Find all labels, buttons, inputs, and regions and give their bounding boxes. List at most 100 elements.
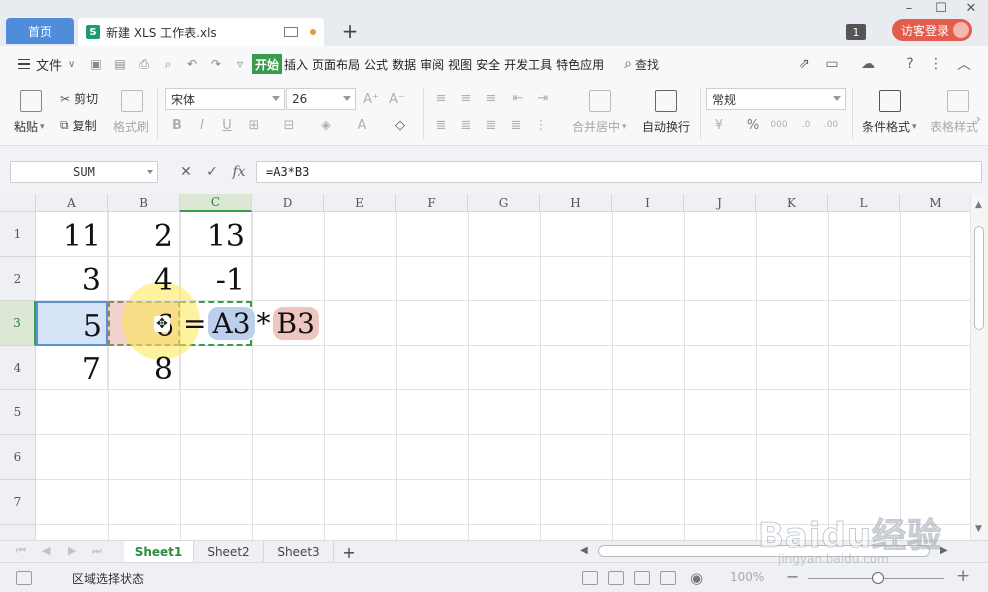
template-icon[interactable]: ▭ [822, 54, 842, 74]
column-header-c[interactable]: C [180, 194, 252, 212]
conditional-format-icon[interactable] [879, 90, 901, 112]
paste-icon[interactable] [20, 90, 42, 112]
tab-home-ribbon[interactable]: 开始 [252, 54, 283, 74]
scroll-up-icon[interactable]: ▲ [975, 200, 982, 210]
tab-formulas[interactable]: 公式 [362, 54, 390, 74]
zoom-out-icon[interactable]: − [786, 567, 799, 586]
fill-color-icon[interactable]: ◈ [318, 117, 334, 133]
number-format-select[interactable]: 常规 [706, 88, 846, 110]
collapse-ribbon-icon[interactable]: ︿ [954, 54, 974, 74]
print-icon[interactable]: ⎙ [136, 57, 152, 71]
undo-icon[interactable]: ↶ [184, 57, 200, 71]
cut-button[interactable]: ✂ 剪切 [60, 90, 98, 107]
last-sheet-icon[interactable]: ⏭ [92, 544, 102, 558]
currency-icon[interactable]: ¥ [711, 117, 727, 133]
macro-status-icon[interactable] [16, 571, 32, 585]
row-header-4[interactable]: 4 [0, 346, 36, 390]
next-sheet-icon[interactable]: ▶ [68, 544, 76, 557]
row-header-8[interactable] [0, 525, 36, 540]
indent-decrease-icon[interactable]: ⇤ [510, 90, 526, 106]
guest-login-button[interactable]: 访客登录 [892, 19, 972, 41]
cell-b2[interactable]: 4 [108, 257, 180, 301]
merge-icon[interactable] [589, 90, 611, 112]
tab-security[interactable]: 安全 [474, 54, 502, 74]
full-screen-icon[interactable] [582, 571, 598, 585]
sheet-tab-sheet3[interactable]: Sheet3 [264, 541, 334, 563]
underline-icon[interactable]: U [219, 117, 235, 133]
conditional-format-button[interactable]: 条件格式 ▾ [862, 118, 917, 135]
row-header-3[interactable]: 3 [0, 301, 36, 346]
vertical-scrollbar[interactable]: ▲ ▼ [970, 194, 988, 540]
column-header-h[interactable]: H [540, 194, 612, 212]
horizontal-scroll-thumb[interactable] [598, 545, 930, 557]
percent-icon[interactable]: % [745, 117, 761, 133]
wrap-text-icon[interactable] [655, 90, 677, 112]
tab-home[interactable]: 首页 [6, 18, 74, 44]
column-header-f[interactable]: F [396, 194, 468, 212]
monitor-icon[interactable] [284, 27, 298, 37]
border-icon[interactable]: ⊞ [246, 117, 262, 133]
minimize-button[interactable]: – [898, 0, 920, 16]
more-icon[interactable]: ⋮ [926, 54, 946, 74]
insert-function-icon[interactable]: fx [229, 161, 249, 183]
print-preview-icon[interactable]: ⌕ [160, 57, 176, 71]
freeze-panes-icon[interactable] [660, 571, 676, 585]
name-box[interactable]: SUM [10, 161, 158, 183]
tab-special[interactable]: 特色应用 [554, 54, 606, 74]
confirm-formula-icon[interactable]: ✓ [202, 161, 222, 183]
wrap-text-button[interactable]: 自动换行 [642, 118, 690, 135]
cloud-icon[interactable]: ☁ [858, 54, 878, 74]
cell-b1[interactable]: 2 [108, 212, 180, 257]
cell-a2[interactable]: 3 [36, 257, 108, 301]
page-break-view-icon[interactable] [634, 571, 650, 585]
format-painter-icon[interactable] [121, 90, 143, 112]
ribbon-scroll-right-icon[interactable]: › [976, 112, 986, 126]
tab-insert[interactable]: 插入 [282, 54, 310, 74]
first-sheet-icon[interactable]: ⏮ [16, 544, 26, 558]
sheet-tab-sheet1[interactable]: Sheet1 [124, 541, 194, 563]
column-header-g[interactable]: G [468, 194, 540, 212]
thousands-icon[interactable]: 000 [770, 117, 787, 133]
cell-c1[interactable]: 13 [180, 212, 252, 257]
column-header-e[interactable]: E [324, 194, 396, 212]
align-top-icon[interactable]: ≡ [433, 90, 449, 106]
decrease-decimal-icon[interactable]: .00 [823, 117, 839, 133]
vertical-scroll-thumb[interactable] [974, 226, 984, 330]
cancel-formula-icon[interactable]: ✕ [176, 161, 196, 183]
tab-review[interactable]: 审阅 [418, 54, 446, 74]
cell-style-icon[interactable]: ⊟ [281, 117, 297, 133]
increase-font-icon[interactable]: A⁺ [363, 91, 379, 107]
column-header-l[interactable]: L [828, 194, 900, 212]
row-header-6[interactable]: 6 [0, 435, 36, 480]
font-size-select[interactable]: 26 [286, 88, 356, 110]
cell-c2[interactable]: -1 [180, 257, 252, 301]
tab-data[interactable]: 数据 [390, 54, 418, 74]
tab-view[interactable]: 视图 [446, 54, 474, 74]
bold-icon[interactable]: B [169, 117, 185, 133]
indent-increase-icon[interactable]: ⇥ [535, 90, 551, 106]
zoom-in-icon[interactable]: + [956, 566, 970, 586]
zoom-slider-knob[interactable] [872, 572, 884, 584]
export-pdf-icon[interactable]: ▤ [112, 57, 128, 71]
share-icon[interactable]: ⇗ [794, 54, 814, 74]
scroll-left-icon[interactable]: ◀ [580, 545, 588, 556]
increase-decimal-icon[interactable]: .0 [798, 117, 814, 133]
align-left-icon[interactable]: ≣ [433, 117, 449, 133]
add-sheet-button[interactable]: + [340, 541, 358, 563]
maximize-button[interactable]: ☐ [930, 0, 952, 16]
table-style-icon[interactable] [947, 90, 969, 112]
new-tab-button[interactable]: + [338, 18, 362, 44]
column-header-b[interactable]: B [108, 194, 180, 212]
select-all-corner[interactable] [0, 194, 36, 212]
close-button[interactable]: ✕ [960, 0, 982, 16]
cell-a1[interactable]: 11 [36, 212, 108, 257]
column-header-i[interactable]: I [612, 194, 684, 212]
cell-b4[interactable]: 8 [108, 346, 180, 390]
clear-icon[interactable]: ◇ [392, 117, 408, 133]
file-menu[interactable]: 文件 ∨ [18, 55, 84, 74]
formula-input[interactable]: =A3*B3 [256, 161, 982, 183]
column-header-m[interactable]: M [900, 194, 970, 212]
decrease-font-icon[interactable]: A⁻ [389, 91, 405, 107]
align-right-icon[interactable]: ≣ [483, 117, 499, 133]
cell-a4[interactable]: 7 [36, 346, 108, 390]
